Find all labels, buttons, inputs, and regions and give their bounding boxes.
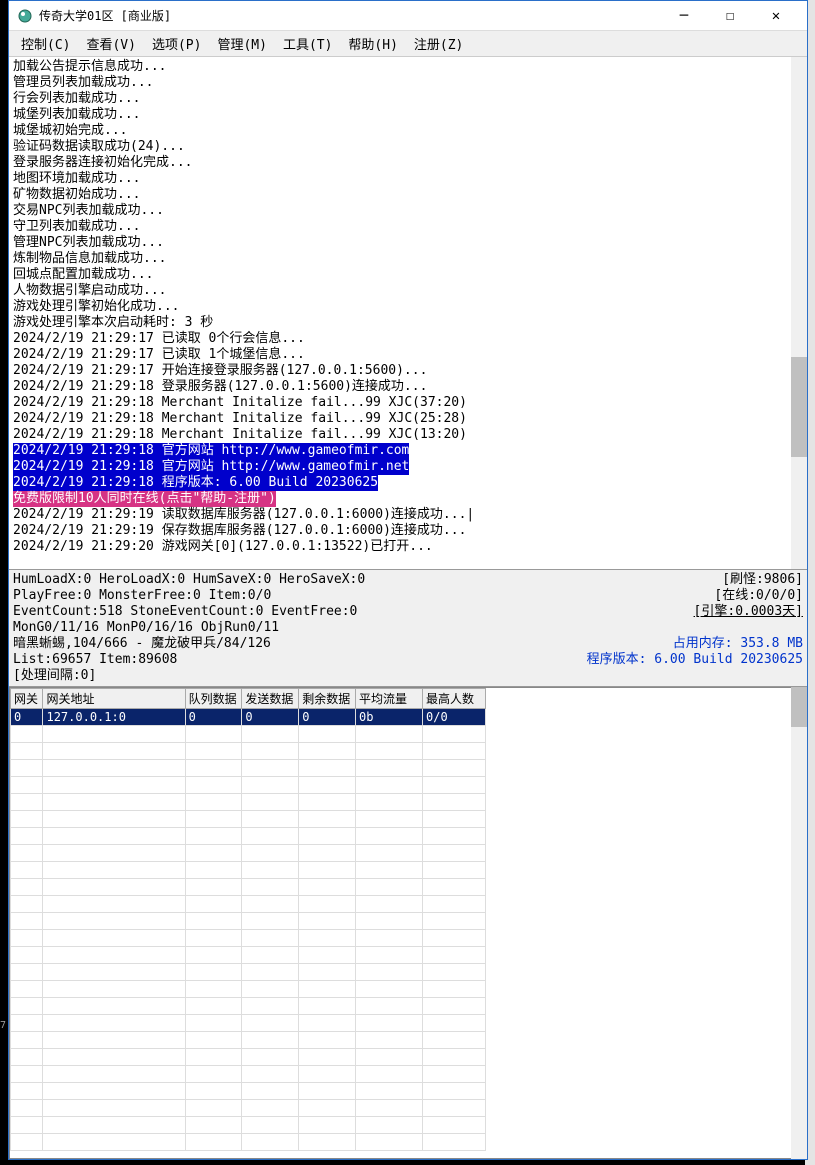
table-row[interactable] bbox=[11, 896, 486, 913]
log-panel: 加载公告提示信息成功...管理员列表加载成功...行会列表加载成功...城堡列表… bbox=[9, 57, 807, 569]
window-title: 传奇大学01区 [商业版] bbox=[39, 7, 661, 24]
gateway-grid[interactable]: 网关网关地址队列数据发送数据剩余数据平均流量最高人数 0127.0.0.1:00… bbox=[9, 687, 807, 1159]
log-line: 炼制物品信息加载成功... bbox=[13, 251, 803, 267]
table-row[interactable] bbox=[11, 726, 486, 743]
grid-header[interactable]: 发送数据 bbox=[242, 689, 299, 709]
table-row[interactable] bbox=[11, 862, 486, 879]
log-line: 2024/2/19 21:29:18 官方网站 http://www.gameo… bbox=[13, 443, 803, 459]
log-line: 2024/2/19 21:29:18 程序版本: 6.00 Build 2023… bbox=[13, 475, 803, 491]
log-line: 回城点配置加载成功... bbox=[13, 267, 803, 283]
table-row[interactable] bbox=[11, 1117, 486, 1134]
log-line: 城堡城初始完成... bbox=[13, 123, 803, 139]
table-row[interactable] bbox=[11, 1032, 486, 1049]
grid-header[interactable]: 剩余数据 bbox=[299, 689, 356, 709]
grid-scrollbar[interactable] bbox=[791, 687, 807, 1159]
table-row[interactable] bbox=[11, 1066, 486, 1083]
log-line: 2024/2/19 21:29:18 Merchant Initalize fa… bbox=[13, 427, 803, 443]
table-row[interactable] bbox=[11, 930, 486, 947]
table-row[interactable] bbox=[11, 760, 486, 777]
log-line: 守卫列表加载成功... bbox=[13, 219, 803, 235]
log-scrollbar[interactable] bbox=[791, 57, 807, 569]
menu-help[interactable]: 帮助(H) bbox=[340, 31, 405, 56]
table-row[interactable] bbox=[11, 743, 486, 760]
log-line: 2024/2/19 21:29:18 官方网站 http://www.gameo… bbox=[13, 459, 803, 475]
menu-tools[interactable]: 工具(T) bbox=[275, 31, 340, 56]
table-row[interactable] bbox=[11, 879, 486, 896]
table-row[interactable] bbox=[11, 777, 486, 794]
menu-manage[interactable]: 管理(M) bbox=[209, 31, 274, 56]
table-row[interactable] bbox=[11, 794, 486, 811]
log-line: 2024/2/19 21:29:18 Merchant Initalize fa… bbox=[13, 395, 803, 411]
table-row[interactable] bbox=[11, 913, 486, 930]
log-line: 2024/2/19 21:29:17 开始连接登录服务器(127.0.0.1:5… bbox=[13, 363, 803, 379]
log-line: 城堡列表加载成功... bbox=[13, 107, 803, 123]
table-row[interactable] bbox=[11, 1083, 486, 1100]
grid-header[interactable]: 平均流量 bbox=[356, 689, 423, 709]
log-line: 交易NPC列表加载成功... bbox=[13, 203, 803, 219]
table-row[interactable] bbox=[11, 947, 486, 964]
grid-header[interactable]: 网关 bbox=[11, 689, 43, 709]
table-row[interactable] bbox=[11, 845, 486, 862]
grid-header[interactable]: 队列数据 bbox=[185, 689, 242, 709]
table-row[interactable] bbox=[11, 1049, 486, 1066]
gateway-table-area: 网关网关地址队列数据发送数据剩余数据平均流量最高人数 0127.0.0.1:00… bbox=[9, 687, 807, 1159]
grid-header[interactable]: 最高人数 bbox=[423, 689, 486, 709]
table-row[interactable] bbox=[11, 811, 486, 828]
log-line: 2024/2/19 21:29:17 已读取 0个行会信息... bbox=[13, 331, 803, 347]
log-line: 矿物数据初始成功... bbox=[13, 187, 803, 203]
log-line: 免费版限制10人同时在线(点击"帮助-注册") bbox=[13, 491, 803, 507]
log-line: 游戏处理引擎本次启动耗时: 3 秒 bbox=[13, 315, 803, 331]
table-row[interactable] bbox=[11, 828, 486, 845]
table-row[interactable] bbox=[11, 1015, 486, 1032]
grid-header[interactable]: 网关地址 bbox=[43, 689, 185, 709]
titlebar: 传奇大学01区 [商业版] ─ ☐ ✕ bbox=[9, 1, 807, 31]
log-line: 2024/2/19 21:29:18 登录服务器(127.0.0.1:5600)… bbox=[13, 379, 803, 395]
table-row[interactable] bbox=[11, 1100, 486, 1117]
log-line: 管理NPC列表加载成功... bbox=[13, 235, 803, 251]
table-row[interactable] bbox=[11, 1134, 486, 1151]
log-line: 2024/2/19 21:29:19 保存数据库服务器(127.0.0.1:60… bbox=[13, 523, 803, 539]
log-line: 2024/2/19 21:29:19 读取数据库服务器(127.0.0.1:60… bbox=[13, 507, 803, 523]
main-window: 传奇大学01区 [商业版] ─ ☐ ✕ 控制(C) 查看(V) 选项(P) 管理… bbox=[8, 0, 808, 1160]
log-line: 游戏处理引擎初始化成功... bbox=[13, 299, 803, 315]
maximize-button[interactable]: ☐ bbox=[707, 1, 753, 31]
app-icon bbox=[17, 8, 33, 24]
log-line: 行会列表加载成功... bbox=[13, 91, 803, 107]
log-line: 人物数据引擎启动成功... bbox=[13, 283, 803, 299]
stats-panel: HumLoadX:0 HeroLoadX:0 HumSaveX:0 HeroSa… bbox=[9, 569, 807, 687]
log-line: 2024/2/19 21:29:18 Merchant Initalize fa… bbox=[13, 411, 803, 427]
menu-control[interactable]: 控制(C) bbox=[13, 31, 78, 56]
close-button[interactable]: ✕ bbox=[753, 1, 799, 31]
log-line: 加载公告提示信息成功... bbox=[13, 59, 803, 75]
menu-register[interactable]: 注册(Z) bbox=[406, 31, 471, 56]
table-row[interactable] bbox=[11, 998, 486, 1015]
table-row[interactable]: 0127.0.0.1:00000b0/0 bbox=[11, 709, 486, 726]
minimize-button[interactable]: ─ bbox=[661, 1, 707, 31]
log-line: 验证码数据读取成功(24)... bbox=[13, 139, 803, 155]
table-row[interactable] bbox=[11, 964, 486, 981]
log-line: 2024/2/19 21:29:17 已读取 1个城堡信息... bbox=[13, 347, 803, 363]
log-line: 2024/2/19 21:29:20 游戏网关[0](127.0.0.1:135… bbox=[13, 539, 803, 555]
menu-options[interactable]: 选项(P) bbox=[144, 31, 209, 56]
menu-view[interactable]: 查看(V) bbox=[78, 31, 143, 56]
log-line: 管理员列表加载成功... bbox=[13, 75, 803, 91]
menubar: 控制(C) 查看(V) 选项(P) 管理(M) 工具(T) 帮助(H) 注册(Z… bbox=[9, 31, 807, 57]
log-line: 地图环境加载成功... bbox=[13, 171, 803, 187]
log-line: 登录服务器连接初始化完成... bbox=[13, 155, 803, 171]
table-row[interactable] bbox=[11, 981, 486, 998]
